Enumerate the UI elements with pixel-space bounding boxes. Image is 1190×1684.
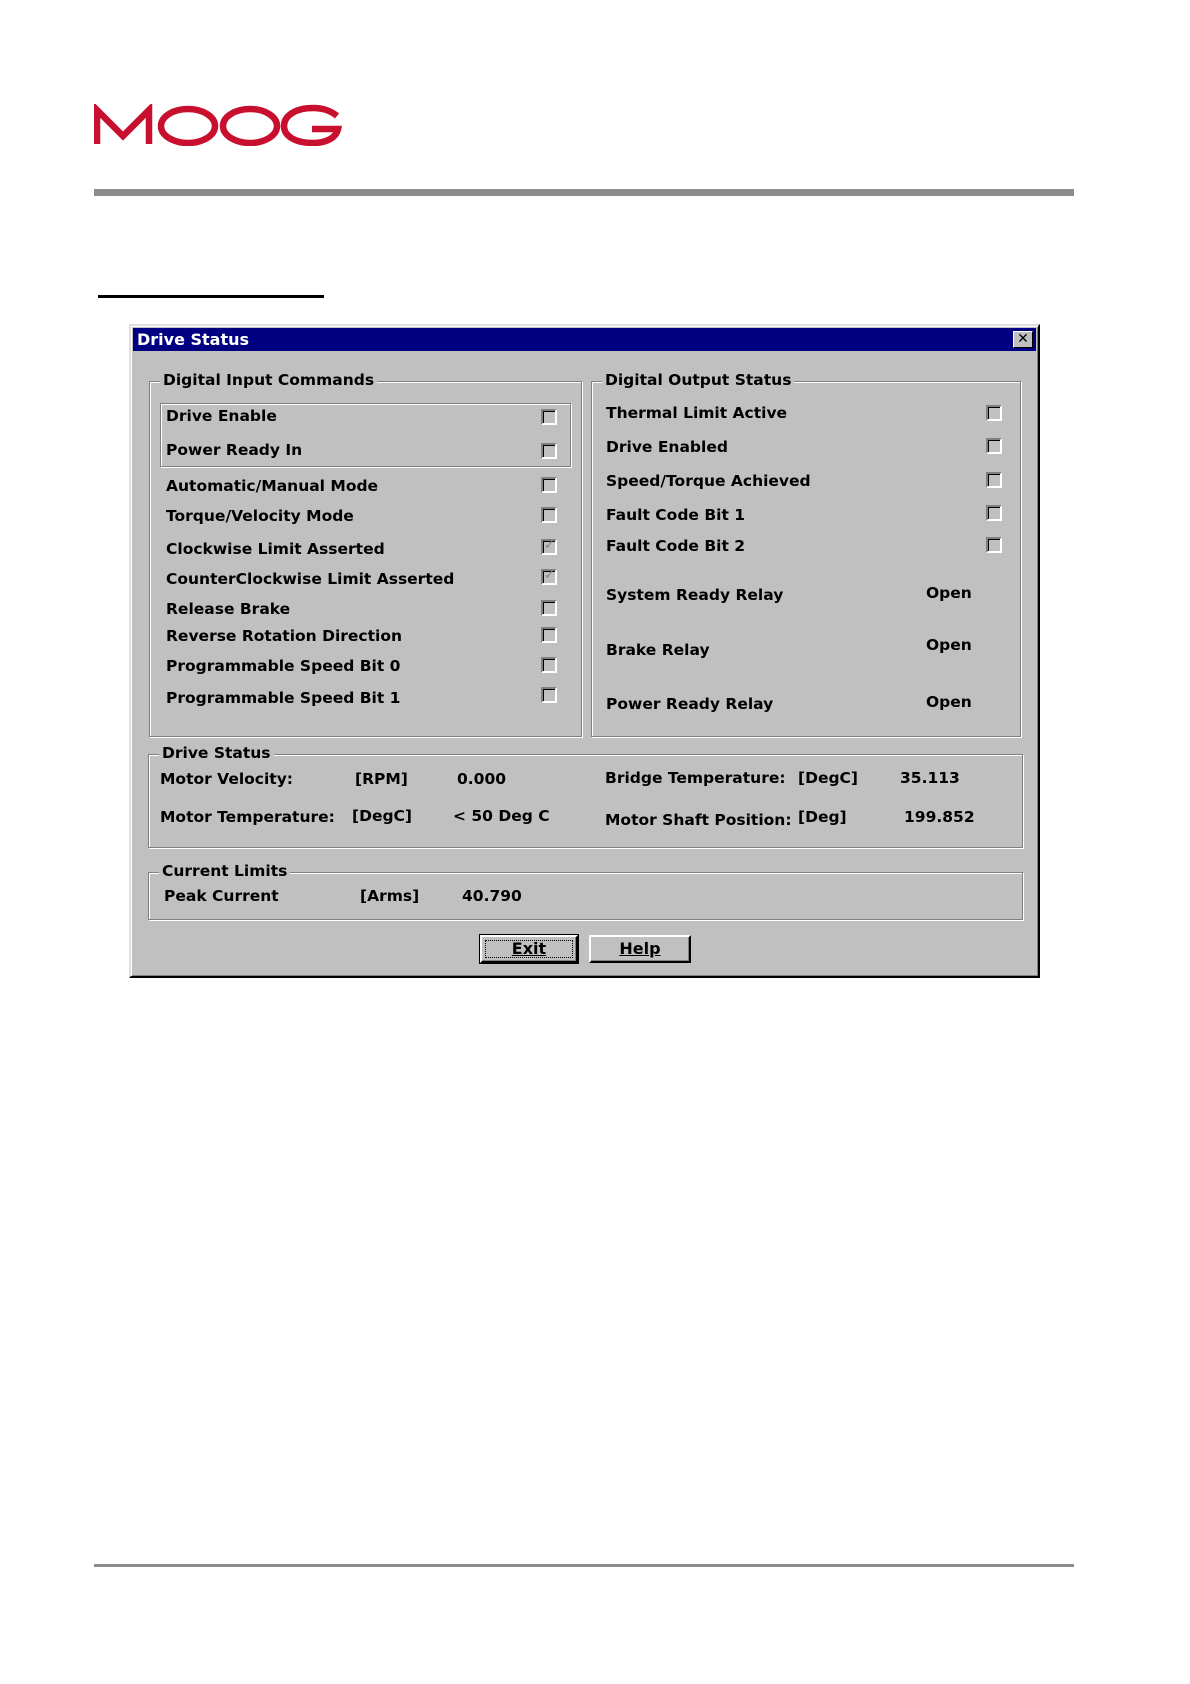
header-rule: [94, 189, 1074, 196]
motor-shaft-position-label: Motor Shaft Position:: [605, 811, 792, 829]
checkbox-fault-code-bit-2[interactable]: [986, 537, 1002, 553]
motor-velocity-unit: [RPM]: [355, 770, 408, 788]
relay-value-system-ready: Open: [926, 584, 972, 602]
checkbox-reverse-rotation[interactable]: [541, 627, 557, 643]
motor-temperature-label: Motor Temperature:: [160, 808, 335, 826]
drive-status-window: Drive Status ✕ Digital Input Commands Dr…: [129, 324, 1040, 978]
checkbox-thermal-limit[interactable]: [986, 405, 1002, 421]
checkbox-fault-code-bit-1[interactable]: [986, 505, 1002, 521]
help-button-label: Help: [619, 939, 661, 958]
output-label-drive-enabled: Drive Enabled: [606, 438, 728, 456]
relay-label-brake: Brake Relay: [606, 641, 710, 659]
output-label-fault-code-bit-2: Fault Code Bit 2: [606, 537, 746, 555]
input-label-release-brake: Release Brake: [166, 600, 291, 618]
bridge-temperature-label: Bridge Temperature:: [605, 769, 786, 787]
peak-current-unit: [Arms]: [360, 887, 420, 905]
input-label-counterclockwise-limit: CounterClockwise Limit Asserted: [166, 570, 455, 588]
checkbox-torque-velocity-mode[interactable]: [541, 507, 557, 523]
motor-velocity-value: 0.000: [457, 770, 507, 788]
bridge-temperature-unit: [DegC]: [798, 769, 859, 787]
checkbox-counterclockwise-limit[interactable]: [541, 568, 557, 585]
input-label-reverse-rotation: Reverse Rotation Direction: [166, 627, 403, 645]
checkbox-auto-manual-mode[interactable]: [541, 477, 557, 493]
input-label-clockwise-limit: Clockwise Limit Asserted: [166, 540, 385, 558]
input-label-speed-bit-0: Programmable Speed Bit 0: [166, 657, 401, 675]
checkbox-drive-enabled[interactable]: [986, 438, 1002, 454]
drive-status-group: Drive Status Motor Velocity: [RPM] 0.000…: [148, 744, 1023, 848]
relay-value-brake: Open: [926, 636, 972, 654]
group-legend: Drive Status: [159, 744, 274, 762]
checkbox-power-ready-in[interactable]: [541, 443, 557, 459]
relay-label-system-ready: System Ready Relay: [606, 586, 784, 604]
exit-button-label: Exit: [511, 939, 547, 958]
output-label-thermal-limit: Thermal Limit Active: [606, 404, 788, 422]
peak-current-label: Peak Current: [164, 887, 279, 905]
title-bar[interactable]: Drive Status ✕: [133, 328, 1036, 351]
input-label-power-ready-in: Power Ready In: [166, 441, 303, 459]
current-limits-group: Current Limits Peak Current [Arms] 40.79…: [148, 862, 1023, 920]
close-icon[interactable]: ✕: [1013, 331, 1033, 348]
relay-value-power-ready: Open: [926, 693, 972, 711]
relay-label-power-ready: Power Ready Relay: [606, 695, 774, 713]
input-label-speed-bit-1: Programmable Speed Bit 1: [166, 689, 401, 707]
group-legend: Digital Output Status: [602, 371, 795, 389]
motor-shaft-position-value: 199.852: [904, 808, 975, 826]
help-button[interactable]: Help: [589, 935, 691, 963]
motor-temperature-value: < 50 Deg C: [453, 807, 550, 825]
input-label-torque-velocity-mode: Torque/Velocity Mode: [166, 507, 354, 525]
footer-rule: [94, 1564, 1074, 1567]
peak-current-value: 40.790: [462, 887, 522, 905]
checkbox-speed-bit-0[interactable]: [541, 657, 557, 673]
motor-velocity-label: Motor Velocity:: [160, 770, 294, 788]
motor-temperature-unit: [DegC]: [352, 807, 413, 825]
checkbox-clockwise-limit[interactable]: [541, 538, 557, 555]
exit-button[interactable]: Exit: [479, 934, 579, 964]
digital-output-status-group: Digital Output Status Thermal Limit Acti…: [591, 371, 1021, 737]
bridge-temperature-value: 35.113: [900, 769, 960, 787]
motor-shaft-position-unit: [Deg]: [798, 808, 847, 826]
output-label-fault-code-bit-1: Fault Code Bit 1: [606, 506, 746, 524]
window-title: Drive Status: [137, 330, 250, 349]
input-label-auto-manual-mode: Automatic/Manual Mode: [166, 477, 379, 495]
input-label-drive-enable: Drive Enable: [166, 407, 277, 425]
checkbox-speed-torque-achieved[interactable]: [986, 472, 1002, 488]
group-legend: Current Limits: [159, 862, 291, 880]
checkbox-release-brake[interactable]: [541, 600, 557, 616]
checkbox-drive-enable[interactable]: [541, 409, 557, 425]
section-heading-underline: [98, 295, 324, 298]
output-label-speed-torque-achieved: Speed/Torque Achieved: [606, 472, 811, 490]
moog-logo: [94, 104, 343, 146]
group-legend: Digital Input Commands: [160, 371, 378, 389]
checkbox-speed-bit-1[interactable]: [541, 687, 557, 703]
digital-input-commands-group: Digital Input Commands Drive Enable Powe…: [149, 371, 582, 737]
